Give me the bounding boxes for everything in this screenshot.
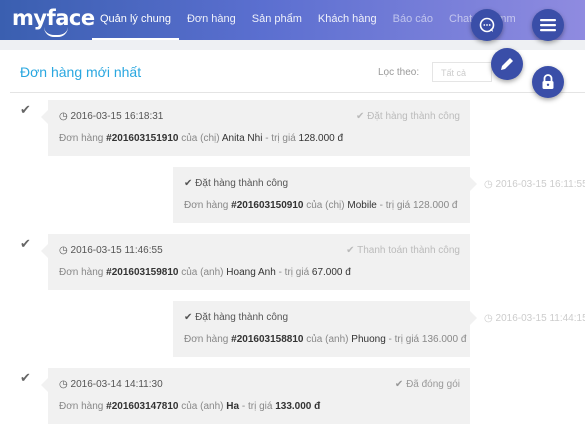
order-status: ✔ Thanh toán thành công xyxy=(346,245,460,256)
latest-orders-panel: Đơn hàng mới nhất Lọc theo: Tất cả ✔ ◷ 2… xyxy=(0,50,585,445)
order-prefix: Đơn hàng xyxy=(184,200,229,211)
order-time: ◷ 2016-03-15 16:11:55 xyxy=(484,179,585,190)
order-card[interactable]: ◷ 2016-03-14 14:11:30 ✔ Đã đóng gói Đơn … xyxy=(41,368,470,424)
lock-button[interactable] xyxy=(532,66,564,98)
check-icon: ✔ xyxy=(20,236,31,251)
chat-button[interactable] xyxy=(471,9,503,41)
order-relation: của (chị) xyxy=(181,133,220,144)
order-status-text: Đặt hàng thành công xyxy=(195,312,289,323)
order-card[interactable]: ✔ Đặt hàng thành công Đơn hàng #20160315… xyxy=(173,301,477,357)
panel-title: Đơn hàng mới nhất xyxy=(20,64,142,80)
order-time: ◷ 2016-03-15 11:44:15 xyxy=(484,313,585,324)
order-id[interactable]: #201603159810 xyxy=(106,267,178,278)
order-value: 133.000 đ xyxy=(275,401,321,412)
menu-button[interactable] xyxy=(532,9,564,41)
order-prefix: Đơn hàng xyxy=(59,267,104,278)
order-time: ◷ 2016-03-14 14:11:30 xyxy=(59,379,163,390)
check-icon: ✔ xyxy=(394,379,404,390)
order-id[interactable]: #201603147810 xyxy=(106,401,178,412)
order-description: Đơn hàng #201603151910 của (chị) Anita N… xyxy=(59,133,343,144)
check-icon: ✔ xyxy=(20,102,31,117)
order-relation: của (anh) xyxy=(306,334,349,345)
order-card[interactable]: ✔ Đặt hàng thành công Đơn hàng #20160315… xyxy=(173,167,477,223)
main-nav: Quản lý chung Đơn hàng Sản phẩm Khách hà… xyxy=(92,0,524,40)
order-time-text: 2016-03-15 16:18:31 xyxy=(70,111,164,122)
check-icon: ✔ xyxy=(355,111,365,122)
nav-item-reports[interactable]: Báo cáo xyxy=(385,0,441,40)
customer-name[interactable]: Anita Nhi xyxy=(222,133,263,144)
order-status-text: Đặt hàng thành công xyxy=(367,111,460,122)
clock-icon: ◷ xyxy=(59,379,68,390)
order-status: ✔ Đã đóng gói xyxy=(395,379,460,390)
chat-icon xyxy=(479,17,495,33)
order-status: ✔ Đặt hàng thành công xyxy=(356,111,460,122)
order-value-label: - trị giá xyxy=(278,267,310,278)
order-value: 128.000 đ xyxy=(412,200,458,211)
customer-name[interactable]: Hoang Anh xyxy=(226,267,276,278)
pencil-icon xyxy=(501,58,513,70)
check-icon: ✔ xyxy=(184,312,193,323)
order-id[interactable]: #201603158810 xyxy=(231,334,303,345)
order-value: 136.000 đ xyxy=(421,334,467,345)
menu-icon xyxy=(540,19,556,32)
order-status: ✔ Đặt hàng thành công xyxy=(184,312,288,323)
order-value-label: - trị giá xyxy=(265,133,296,144)
order-description: Đơn hàng #201603158810 của (anh) Phuong … xyxy=(184,334,466,345)
lock-icon xyxy=(542,74,554,89)
order-id[interactable]: #201603151910 xyxy=(106,133,178,144)
order-status-text: Đặt hàng thành công xyxy=(195,178,289,189)
edit-button[interactable] xyxy=(491,48,523,80)
nav-item-products[interactable]: Sản phẩm xyxy=(244,0,310,40)
clock-icon: ◷ xyxy=(59,245,68,256)
order-time: ◷ 2016-03-15 11:46:55 xyxy=(59,245,163,256)
order-value: 128.000 đ xyxy=(298,133,344,144)
customer-name[interactable]: Mobile xyxy=(347,200,376,211)
customer-name[interactable]: Ha xyxy=(226,401,239,412)
order-prefix: Đơn hàng xyxy=(59,133,104,144)
clock-icon: ◷ xyxy=(484,313,493,324)
filter-label: Lọc theo: xyxy=(378,67,420,78)
order-value-label: - trị giá xyxy=(241,401,273,412)
filter-select[interactable]: Tất cả xyxy=(432,62,492,82)
order-time-text: 2016-03-15 11:44:15 xyxy=(495,313,585,324)
order-description: Đơn hàng #201603150910 của (chị) Mobile … xyxy=(184,200,457,211)
order-time: ◷ 2016-03-15 16:18:31 xyxy=(59,111,163,122)
order-status-text: Thanh toán thành công xyxy=(357,245,460,256)
order-relation: của (anh) xyxy=(181,401,224,412)
nav-item-customers[interactable]: Khách hàng xyxy=(310,0,385,40)
clock-icon: ◷ xyxy=(59,111,68,122)
order-prefix: Đơn hàng xyxy=(59,401,104,412)
order-status-text: Đã đóng gói xyxy=(406,379,460,390)
nav-item-orders[interactable]: Đơn hàng xyxy=(179,0,244,40)
check-icon: ✔ xyxy=(346,245,355,256)
logo-smile-icon xyxy=(44,27,68,37)
order-time-text: 2016-03-14 14:11:30 xyxy=(70,379,163,390)
order-relation: của (chị) xyxy=(306,200,345,211)
order-value: 67.000 đ xyxy=(311,267,351,278)
nav-item-overview[interactable]: Quản lý chung xyxy=(92,0,179,40)
order-description: Đơn hàng #201603147810 của (anh) Ha - tr… xyxy=(59,401,320,412)
check-icon: ✔ xyxy=(20,370,31,385)
check-icon: ✔ xyxy=(184,178,193,189)
order-value-label: - trị giá xyxy=(388,334,420,345)
order-id[interactable]: #201603150910 xyxy=(231,200,303,211)
order-value-label: - trị giá xyxy=(379,200,411,211)
order-relation: của (anh) xyxy=(181,267,224,278)
order-card[interactable]: ◷ 2016-03-15 11:46:55 ✔ Thanh toán thành… xyxy=(41,234,470,290)
customer-name[interactable]: Phuong xyxy=(351,334,385,345)
order-time-text: 2016-03-15 11:46:55 xyxy=(70,245,163,256)
order-prefix: Đơn hàng xyxy=(184,334,229,345)
order-card[interactable]: ◷ 2016-03-15 16:18:31 ✔ Đặt hàng thành c… xyxy=(41,100,470,156)
order-status: ✔ Đặt hàng thành công xyxy=(184,178,288,189)
clock-icon: ◷ xyxy=(484,179,493,190)
order-description: Đơn hàng #201603159810 của (anh) Hoang A… xyxy=(59,267,351,278)
order-time-text: 2016-03-15 16:11:55 xyxy=(495,179,585,190)
